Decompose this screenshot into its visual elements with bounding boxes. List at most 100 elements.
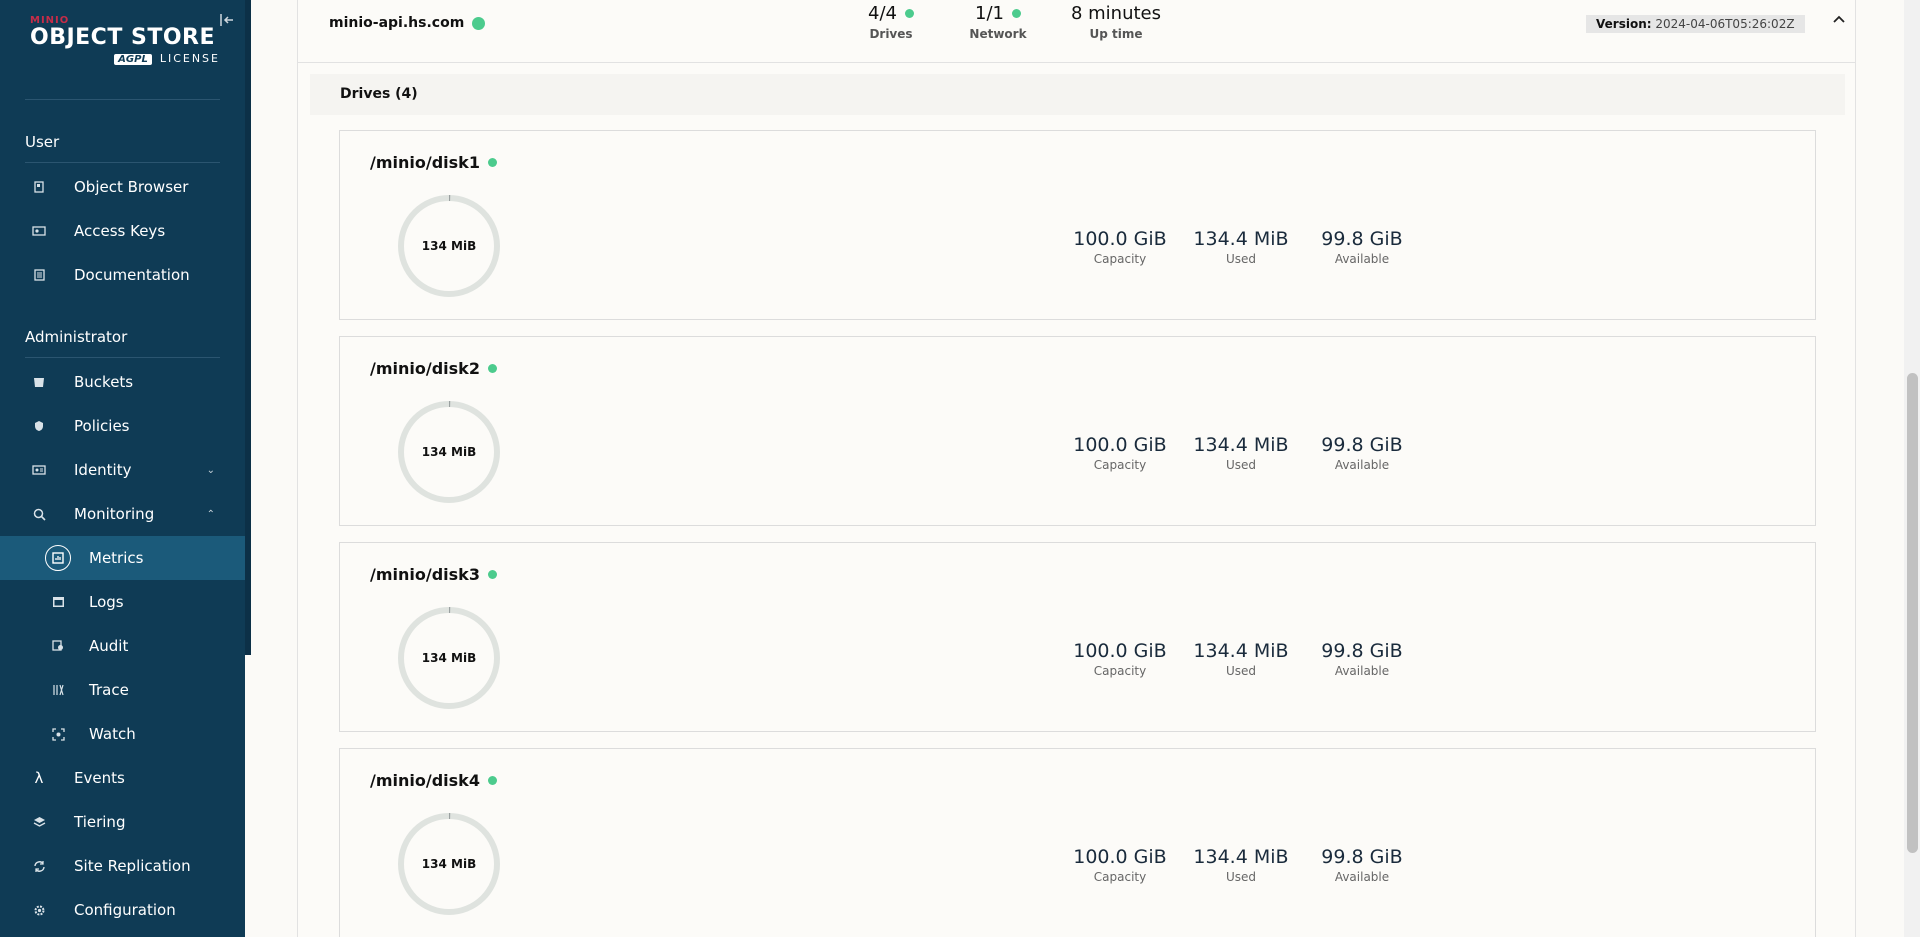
capacity-label: Capacity xyxy=(1093,458,1147,472)
sidebar-item-identity[interactable]: Identity ⌄ xyxy=(0,448,245,492)
uptime-stat-value: 8 minutes xyxy=(1070,3,1162,24)
chevron-up-icon[interactable] xyxy=(1832,12,1846,28)
drives-status-indicator xyxy=(904,9,914,18)
sidebar-item-site-replication[interactable]: Site Replication xyxy=(0,844,245,888)
drive-card: /minio/disk2 134 MiB 100.0 GiB Capacity … xyxy=(339,336,1816,526)
available-value: 99.8 GiB xyxy=(1321,640,1403,662)
drive-usage-label: 134 MiB xyxy=(421,651,477,665)
server-header[interactable]: minio-api.hs.com 4/4 Drives 1/1 Network … xyxy=(298,0,1855,63)
watch-icon xyxy=(50,726,66,742)
sidebar-item-access-keys[interactable]: Access Keys xyxy=(0,209,245,253)
used-label: Used xyxy=(1225,458,1257,472)
available-metric: 99.8 GiB Available xyxy=(1312,228,1412,266)
network-stat-value: 1/1 xyxy=(975,3,1004,24)
sidebar-item-label: Trace xyxy=(89,681,129,699)
version-badge: Version: 2024-04-06T05:26:02Z xyxy=(1586,15,1805,33)
administrator-section-title: Administrator xyxy=(25,328,128,346)
sidebar-item-events[interactable]: λ Events xyxy=(0,756,245,800)
available-label: Available xyxy=(1334,870,1390,884)
used-metric: 134.4 MiB Used xyxy=(1186,640,1296,678)
drive-usage-label: 134 MiB xyxy=(421,445,477,459)
capacity-metric: 100.0 GiB Capacity xyxy=(1070,228,1170,266)
sidebar-item-watch[interactable]: Watch xyxy=(0,712,245,756)
drive-status-indicator xyxy=(487,776,497,785)
server-status-indicator xyxy=(472,16,486,30)
sidebar-item-label: Policies xyxy=(74,417,130,435)
license-text: LICENSE xyxy=(159,52,220,65)
used-label: Used xyxy=(1225,664,1257,678)
sidebar: MINIO OBJECT STORE AGPL LICENSE User Obje… xyxy=(0,0,245,937)
drive-usage-label: 134 MiB xyxy=(421,857,477,871)
sidebar-item-monitoring[interactable]: Monitoring ⌃ xyxy=(0,492,245,536)
used-metric: 134.4 MiB Used xyxy=(1186,846,1296,884)
uptime-stat: 8 minutes Up time xyxy=(1066,3,1166,41)
sidebar-item-metrics[interactable]: Metrics xyxy=(0,536,245,580)
available-metric: 99.8 GiB Available xyxy=(1312,640,1412,678)
available-label: Available xyxy=(1334,458,1390,472)
sidebar-item-label: Audit xyxy=(89,637,129,655)
access-keys-icon xyxy=(31,223,47,239)
network-stat-label: Network xyxy=(969,27,1027,41)
used-value: 134.4 MiB xyxy=(1193,228,1289,250)
used-value: 134.4 MiB xyxy=(1193,846,1289,868)
sidebar-item-buckets[interactable]: Buckets xyxy=(0,360,245,404)
sidebar-item-documentation[interactable]: Documentation xyxy=(0,253,245,297)
drive-card: /minio/disk4 134 MiB 100.0 GiB Capacity … xyxy=(339,748,1816,937)
available-value: 99.8 GiB xyxy=(1321,228,1403,250)
scrollbar-thumb[interactable] xyxy=(1907,373,1918,853)
drives-section-title: Drives (4) xyxy=(340,86,418,102)
identity-icon xyxy=(31,462,47,478)
capacity-metric: 100.0 GiB Capacity xyxy=(1070,846,1170,884)
sidebar-item-audit[interactable]: Audit xyxy=(0,624,245,668)
drives-section-header: Drives (4) xyxy=(310,74,1845,115)
capacity-metric: 100.0 GiB Capacity xyxy=(1070,434,1170,472)
capacity-label: Capacity xyxy=(1093,664,1147,678)
available-metric: 99.8 GiB Available xyxy=(1312,846,1412,884)
drive-status-indicator xyxy=(487,364,497,373)
server-name-text: minio-api.hs.com xyxy=(329,15,465,31)
sidebar-item-label: Events xyxy=(74,769,125,787)
sidebar-divider xyxy=(25,357,220,358)
sidebar-divider xyxy=(25,99,220,100)
server-name: minio-api.hs.com xyxy=(329,15,486,31)
sidebar-edge xyxy=(245,0,251,655)
sidebar-item-label: Object Browser xyxy=(74,178,189,196)
lambda-icon: λ xyxy=(34,769,44,787)
sidebar-item-object-browser[interactable]: Object Browser xyxy=(0,165,245,209)
sidebar-item-logs[interactable]: Logs xyxy=(0,580,245,624)
collapse-sidebar-icon[interactable] xyxy=(219,12,235,28)
minio-logo[interactable]: MINIO OBJECT STORE AGPL LICENSE xyxy=(30,15,220,77)
audit-icon xyxy=(50,638,66,654)
used-label: Used xyxy=(1225,252,1257,266)
metrics-icon xyxy=(45,545,71,571)
drive-status-indicator xyxy=(487,570,497,579)
available-value: 99.8 GiB xyxy=(1321,846,1403,868)
sidebar-item-label: Identity xyxy=(74,461,132,479)
sidebar-item-label: Tiering xyxy=(74,813,126,831)
used-value: 134.4 MiB xyxy=(1193,434,1289,456)
drive-card: /minio/disk3 134 MiB 100.0 GiB Capacity … xyxy=(339,542,1816,732)
drive-path: /minio/disk3 xyxy=(370,565,497,584)
sidebar-item-trace[interactable]: Trace xyxy=(0,668,245,712)
available-label: Available xyxy=(1334,664,1390,678)
capacity-value: 100.0 GiB xyxy=(1073,846,1167,868)
user-section-title: User xyxy=(25,133,60,151)
sidebar-item-tiering[interactable]: Tiering xyxy=(0,800,245,844)
available-metric: 99.8 GiB Available xyxy=(1312,434,1412,472)
chevron-down-icon: ⌄ xyxy=(206,464,215,476)
sidebar-item-label: Documentation xyxy=(74,266,190,284)
used-value: 134.4 MiB xyxy=(1193,640,1289,662)
drive-path-text: /minio/disk1 xyxy=(370,153,480,172)
uptime-stat-label: Up time xyxy=(1089,27,1143,41)
drives-stat: 4/4 Drives xyxy=(851,3,931,41)
network-status-indicator xyxy=(1011,9,1021,18)
monitoring-icon xyxy=(31,506,47,522)
capacity-value: 100.0 GiB xyxy=(1073,228,1167,250)
drive-status-indicator xyxy=(487,158,497,167)
drive-path: /minio/disk1 xyxy=(370,153,497,172)
drive-card: /minio/disk1 134 MiB 100.0 GiB Capacity … xyxy=(339,130,1816,320)
sidebar-item-policies[interactable]: Policies xyxy=(0,404,245,448)
sidebar-item-configuration[interactable]: Configuration xyxy=(0,888,245,932)
sidebar-divider xyxy=(25,162,220,163)
page-scrollbar[interactable] xyxy=(1904,0,1920,937)
